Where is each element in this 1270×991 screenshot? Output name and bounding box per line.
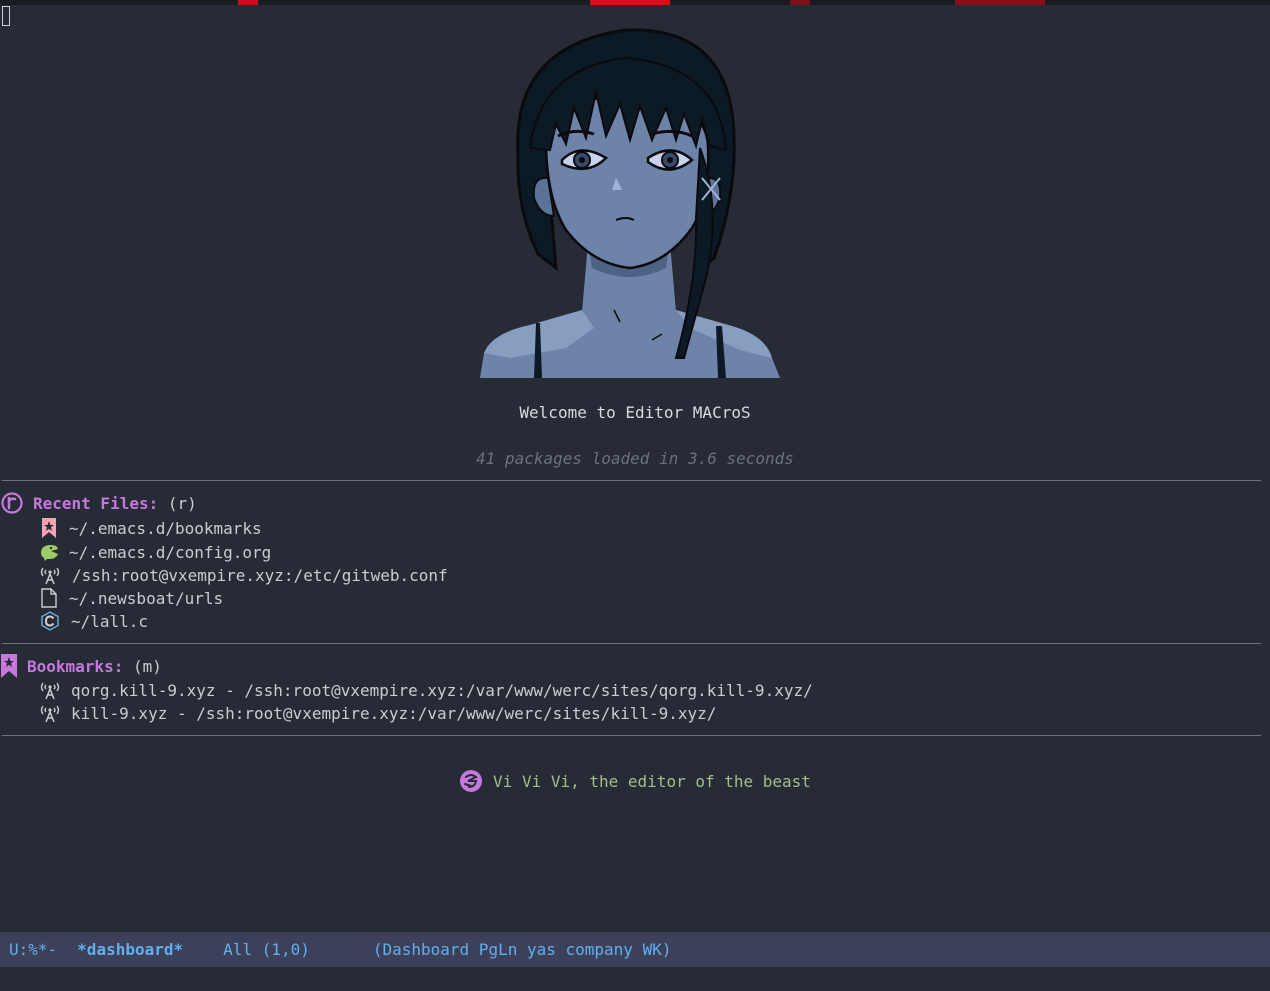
banner-image bbox=[480, 28, 780, 378]
bookmark-label: kill-9.xyz - /ssh:root@vxempire.xyz:/var… bbox=[71, 703, 717, 723]
bookmark-file-icon bbox=[39, 518, 59, 538]
recent-file-item[interactable]: /ssh:root@vxempire.xyz:/etc/gitweb.conf bbox=[39, 564, 448, 586]
recent-file-path: ~/.emacs.d/bookmarks bbox=[69, 518, 262, 538]
recent-file-item[interactable]: ~/.emacs.d/config.org bbox=[39, 541, 271, 563]
echo-area[interactable] bbox=[0, 967, 1270, 991]
packages-loaded-text: 41 packages loaded in 3.6 seconds bbox=[476, 449, 794, 468]
welcome-banner-text: Welcome to Editor MACroS bbox=[519, 403, 751, 422]
recent-file-item[interactable]: ~/lall.c bbox=[39, 610, 148, 632]
bookmarks-shortcut: (m) bbox=[123, 656, 162, 676]
mode-line[interactable]: U:%*- *dashboard* All (1,0) (Dashboard P… bbox=[0, 932, 1270, 967]
bookmark-label: qorg.kill-9.xyz - /ssh:root@vxempire.xyz… bbox=[71, 680, 813, 700]
section-separator bbox=[2, 735, 1261, 736]
active-modes[interactable]: (Dashboard PgLn yas company WK) bbox=[373, 940, 672, 959]
recent-file-path: /ssh:root@vxempire.xyz:/etc/gitweb.conf bbox=[72, 565, 448, 585]
org-file-icon bbox=[39, 542, 59, 562]
remote-bookmark-icon bbox=[39, 680, 61, 700]
evil-logo-icon bbox=[459, 769, 483, 793]
recent-file-path: ~/lall.c bbox=[71, 611, 149, 631]
recent-file-path: ~/.emacs.d/config.org bbox=[69, 542, 272, 562]
section-separator bbox=[2, 480, 1261, 481]
bookmark-icon bbox=[1, 654, 17, 678]
bookmark-item[interactable]: qorg.kill-9.xyz - /ssh:root@vxempire.xyz… bbox=[39, 679, 813, 701]
text-cursor bbox=[2, 6, 10, 26]
section-separator bbox=[2, 643, 1261, 644]
bookmarks-title: Bookmarks: bbox=[27, 656, 124, 676]
recent-file-item[interactable]: ~/.emacs.d/bookmarks bbox=[39, 517, 262, 539]
bookmark-item[interactable]: kill-9.xyz - /ssh:root@vxempire.xyz:/var… bbox=[39, 702, 716, 724]
remote-file-icon bbox=[39, 565, 61, 585]
buffer-state: U:%*- bbox=[9, 940, 58, 959]
cursor-position: All (1,0) bbox=[223, 940, 310, 959]
history-icon bbox=[1, 492, 23, 514]
text-file-icon bbox=[39, 588, 59, 608]
frame-top-strip bbox=[0, 0, 1270, 5]
footer-message: Vi Vi Vi, the editor of the beast bbox=[493, 771, 811, 791]
recent-files-shortcut: (r) bbox=[158, 493, 197, 513]
remote-bookmark-icon bbox=[39, 703, 61, 723]
buffer-name[interactable]: *dashboard* bbox=[77, 940, 183, 959]
recent-files-heading[interactable]: Recent Files: (r) bbox=[1, 492, 197, 514]
recent-files-title: Recent Files: bbox=[33, 493, 159, 513]
recent-file-item[interactable]: ~/.newsboat/urls bbox=[39, 587, 223, 609]
c-file-icon bbox=[39, 611, 61, 631]
dashboard-footer: Vi Vi Vi, the editor of the beast bbox=[0, 769, 1270, 793]
bookmarks-heading[interactable]: Bookmarks: (m) bbox=[1, 654, 162, 678]
recent-file-path: ~/.newsboat/urls bbox=[69, 588, 224, 608]
